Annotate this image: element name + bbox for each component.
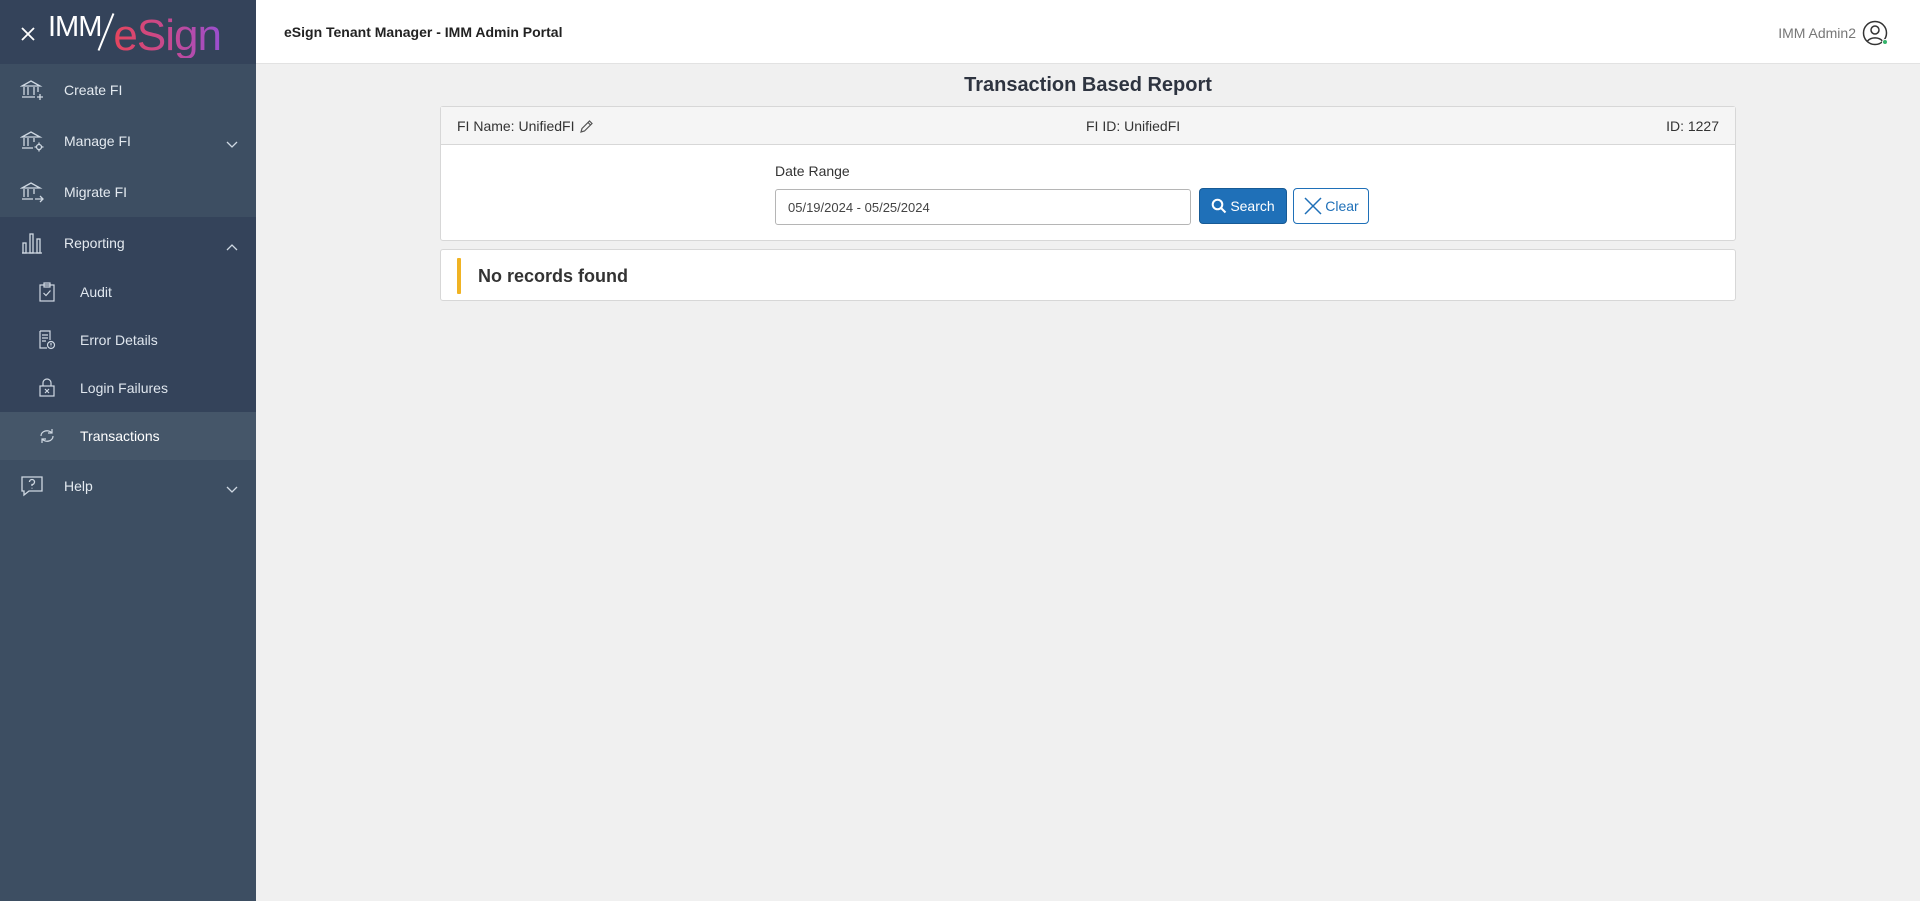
sidebar-nav: Create FI Manage FI Migrate FI Reporting (0, 64, 256, 268)
sidebar-item-reporting[interactable]: Reporting (0, 217, 256, 268)
online-status-dot (1882, 39, 1888, 45)
clear-button[interactable]: Clear (1293, 188, 1369, 224)
clipboard-check-icon (37, 282, 57, 302)
alert-message: No records found (478, 266, 629, 286)
user-menu[interactable]: IMM Admin2 (1778, 20, 1888, 46)
sidebar: IMM eSign Create FI Manage FI Migrate FI (0, 0, 256, 901)
chevron-down-icon (226, 136, 238, 152)
fi-info-bar: FI Name: UnifiedFI FI ID: UnifiedFI ID: … (441, 107, 1735, 145)
sidebar-item-label: Help (64, 477, 93, 494)
user-avatar-icon[interactable] (1862, 20, 1888, 46)
bank-plus-icon (19, 78, 45, 102)
sidebar-item-label: Create FI (64, 81, 123, 98)
edit-pencil-icon[interactable] (579, 119, 594, 134)
top-bar: eSign Tenant Manager - IMM Admin Portal … (256, 0, 1920, 64)
close-menu-icon[interactable] (18, 24, 38, 44)
sidebar-item-transactions[interactable]: Transactions (0, 412, 256, 460)
brand-bar: IMM eSign (0, 0, 256, 64)
doc-error-icon (37, 330, 57, 350)
sidebar-item-label: Error Details (80, 332, 158, 348)
sidebar-item-label: Reporting (64, 234, 125, 251)
close-icon (1304, 197, 1322, 215)
fi-id: FI ID: UnifiedFI (1086, 118, 1181, 134)
sidebar-item-label: Migrate FI (64, 183, 128, 200)
user-name: IMM Admin2 (1778, 25, 1856, 41)
report-filter-card: FI Name: UnifiedFI FI ID: UnifiedFI ID: … (440, 106, 1736, 241)
chevron-down-icon (226, 481, 238, 497)
bank-arrow-icon (19, 180, 45, 204)
search-icon (1212, 198, 1227, 214)
record-id: ID: 1227 (1666, 118, 1719, 134)
page-title: Transaction Based Report (964, 74, 1212, 96)
lock-x-icon (37, 378, 57, 398)
sidebar-item-label: Manage FI (64, 132, 131, 149)
fi-name-group: FI Name: UnifiedFI (457, 118, 594, 134)
clear-button-label: Clear (1325, 198, 1359, 214)
bank-gear-icon (19, 129, 45, 153)
sidebar-item-error-details[interactable]: Error Details (0, 316, 256, 364)
help-bubble-icon (19, 474, 45, 498)
alert-accent-bar (457, 258, 461, 294)
logo-imm: IMM (48, 11, 102, 43)
logo-esign: eSign (113, 11, 222, 60)
sidebar-item-audit[interactable]: Audit (0, 268, 256, 316)
sidebar-item-help[interactable]: Help (0, 460, 256, 511)
logo: IMM eSign (48, 10, 222, 58)
sidebar-item-label: Transactions (80, 428, 160, 444)
chevron-up-icon (226, 238, 238, 254)
sidebar-item-manage-fi[interactable]: Manage FI (0, 115, 256, 166)
fi-name: FI Name: UnifiedFI (457, 118, 575, 134)
date-range-input[interactable] (775, 189, 1191, 225)
reporting-submenu: Audit Error Details Login Failures Trans… (0, 268, 256, 460)
sidebar-item-label: Login Failures (80, 380, 168, 396)
app-title: eSign Tenant Manager - IMM Admin Portal (284, 23, 563, 40)
sync-icon (37, 426, 57, 446)
sidebar-item-login-failures[interactable]: Login Failures (0, 364, 256, 412)
sidebar-nav-lower: Help (0, 460, 256, 511)
search-button-label: Search (1230, 198, 1275, 214)
sidebar-item-create-fi[interactable]: Create FI (0, 64, 256, 115)
no-records-alert: No records found (440, 249, 1736, 301)
sidebar-item-label: Audit (80, 284, 112, 300)
search-button[interactable]: Search (1199, 188, 1287, 224)
bar-chart-icon (19, 231, 45, 255)
sidebar-item-migrate-fi[interactable]: Migrate FI (0, 166, 256, 217)
date-range-label: Date Range (775, 163, 850, 179)
